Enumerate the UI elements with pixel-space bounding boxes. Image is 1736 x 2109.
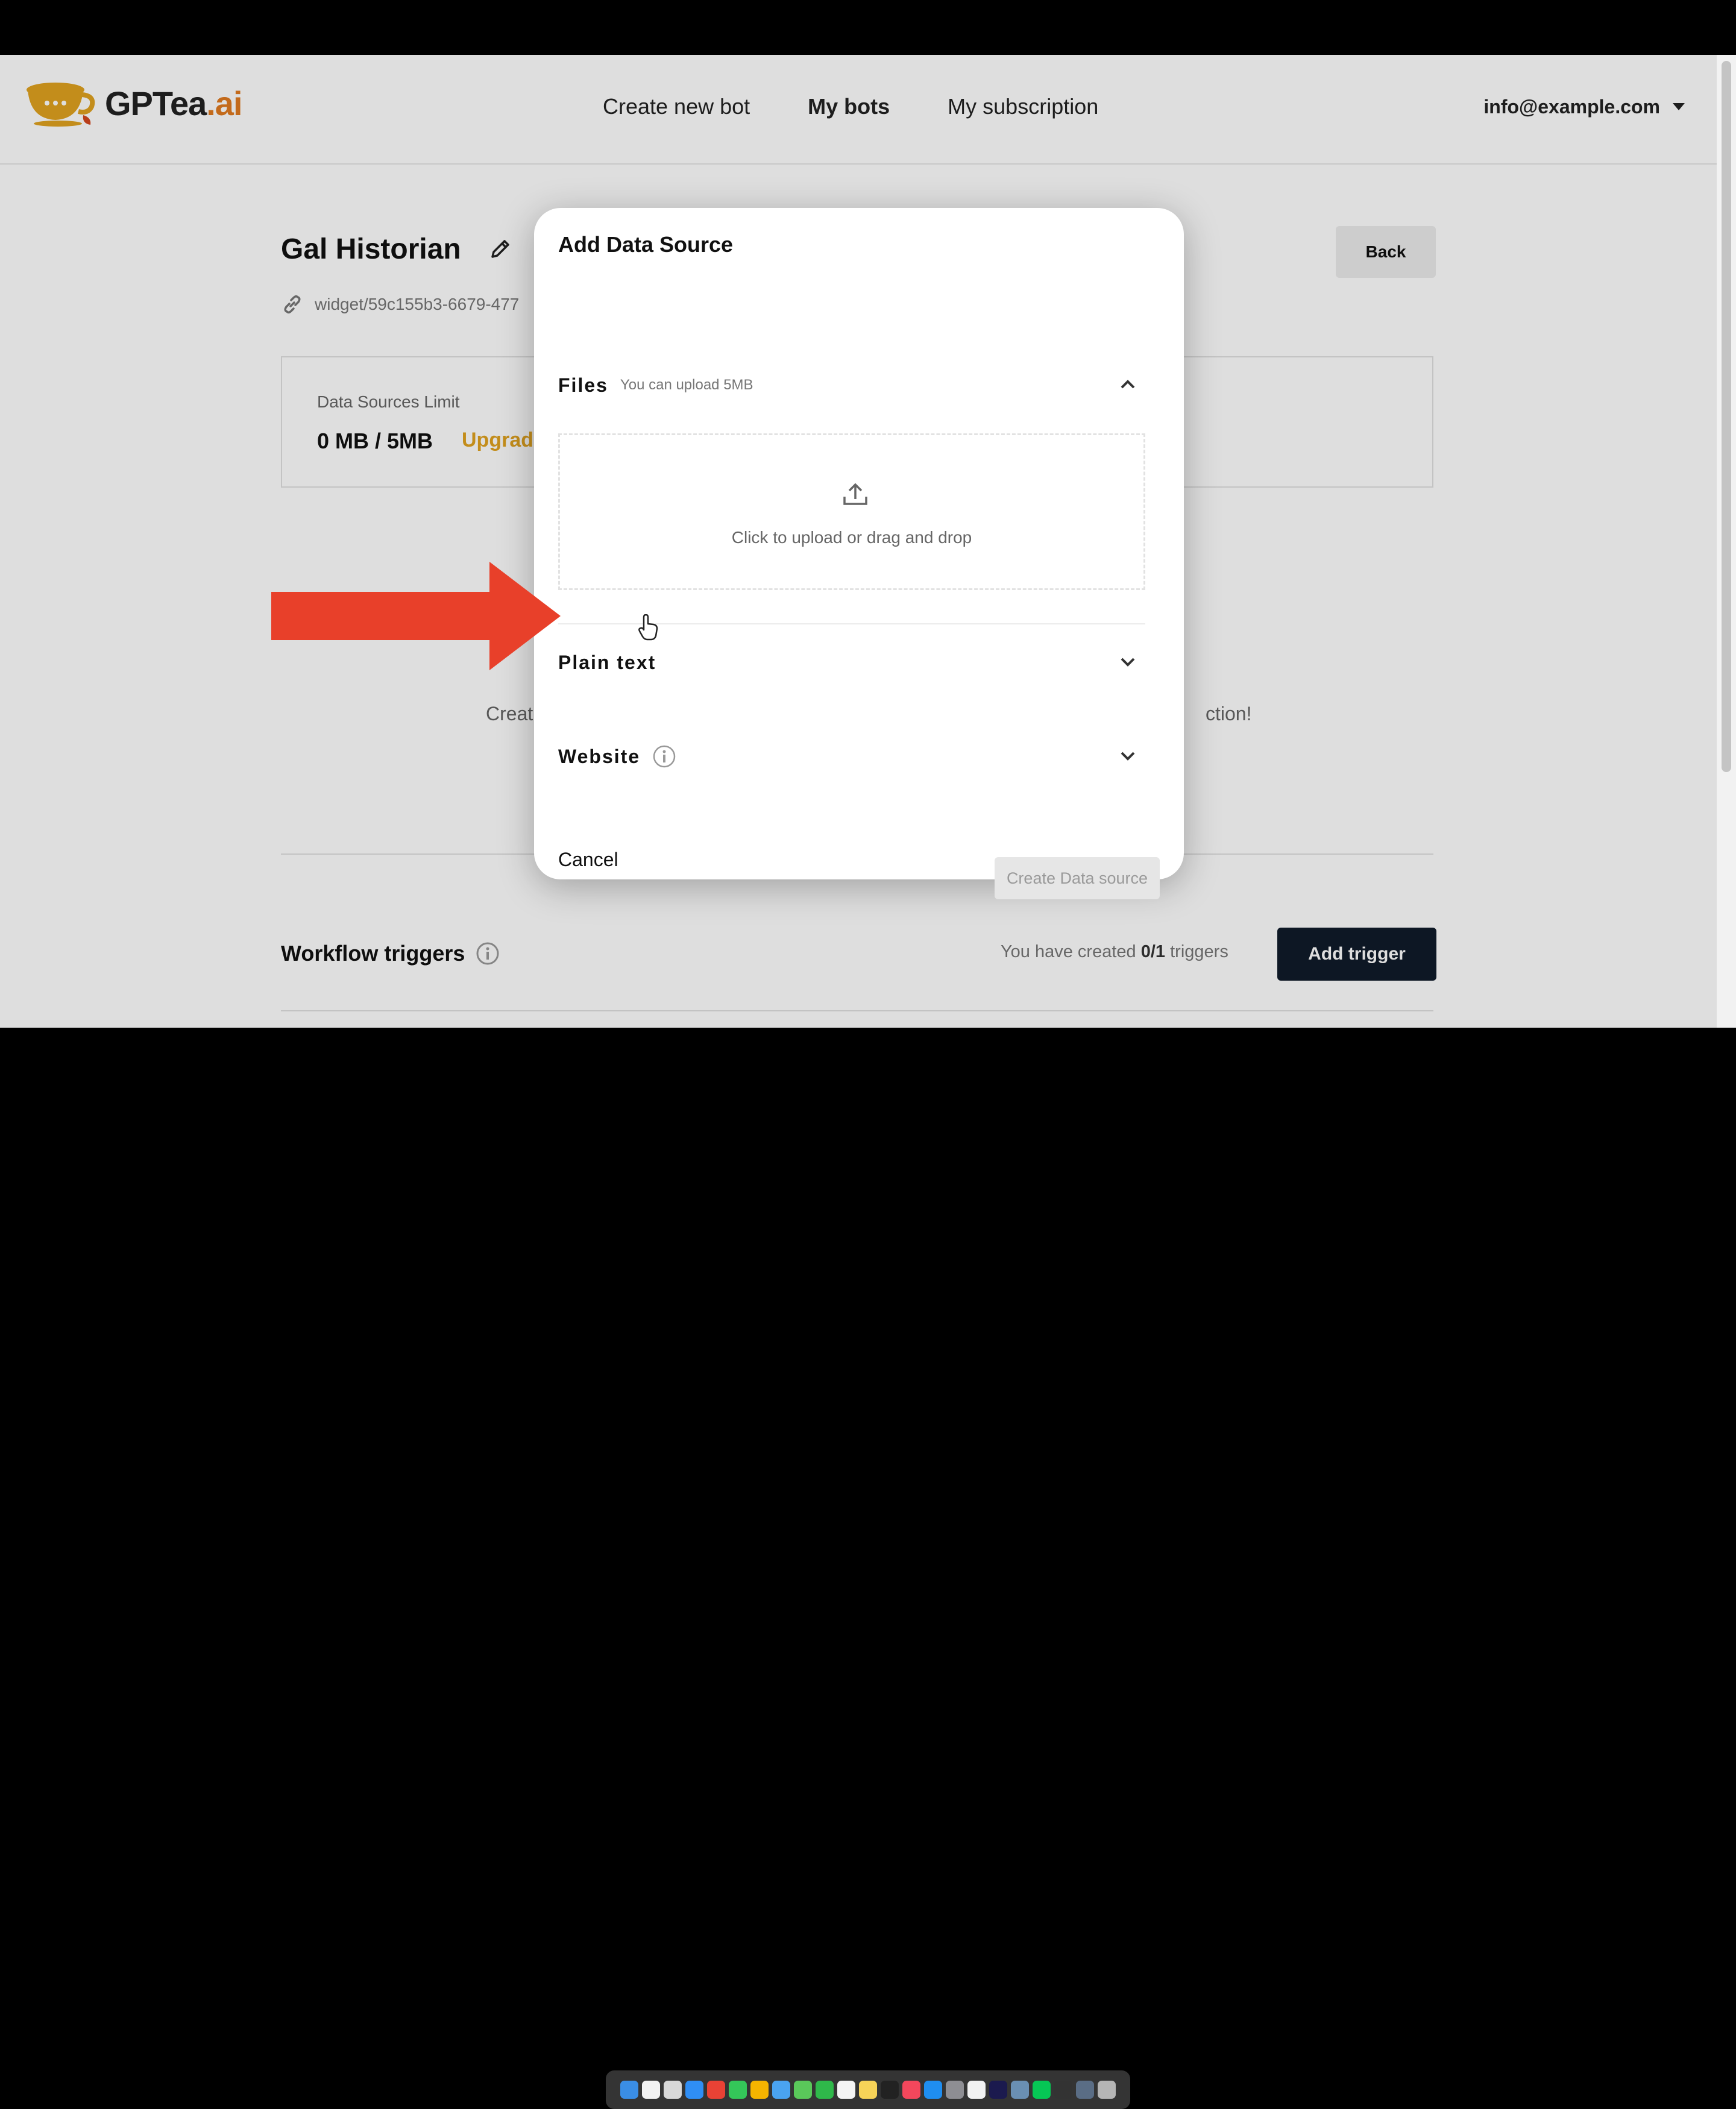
preview-icon[interactable] [1011, 2081, 1029, 2099]
top-black-bar [0, 0, 1736, 55]
hand-cursor-icon [638, 614, 658, 641]
add-data-source-modal: Add Data Source Files You can upload 5MB… [534, 208, 1184, 899]
terminal-icon[interactable] [1054, 2081, 1072, 2099]
modal-title: Add Data Source [558, 232, 734, 257]
messages-icon[interactable] [729, 2081, 747, 2099]
safari-icon[interactable] [685, 2081, 703, 2099]
web-page: GPTea.ai Create new bot My bots My subsc… [0, 55, 1736, 1028]
files-section-header[interactable]: Files You can upload 5MB [558, 367, 1161, 403]
reminders-icon[interactable] [837, 2081, 855, 2099]
files-section-title: Files [558, 374, 608, 396]
website-section-title: Website [558, 745, 641, 767]
macos-dock [606, 2070, 1130, 2109]
chrome-icon[interactable] [707, 2081, 725, 2099]
launchpad-icon[interactable] [664, 2081, 682, 2099]
settings-icon[interactable] [946, 2081, 964, 2099]
red-arrow-annotation [271, 562, 561, 670]
screenshot-icon[interactable] [1076, 2081, 1094, 2099]
maps-icon[interactable] [794, 2081, 812, 2099]
dropzone-text: Click to upload or drag and drop [731, 528, 972, 547]
photos-icon[interactable] [750, 2081, 769, 2099]
chevron-up-icon[interactable] [1119, 376, 1137, 394]
scrollbar-thumb[interactable] [1722, 61, 1731, 772]
chevron-down-icon[interactable] [1119, 747, 1137, 765]
file-dropzone[interactable]: Click to upload or drag and drop [558, 433, 1145, 590]
vscode-icon[interactable] [967, 2081, 986, 2099]
dock-area [0, 1028, 1736, 2109]
cancel-button[interactable]: Cancel [558, 849, 618, 871]
finder-icon[interactable] [620, 2081, 638, 2099]
files-size-note: You can upload 5MB [620, 377, 753, 393]
line-icon[interactable] [1033, 2081, 1051, 2099]
premiere-icon[interactable] [989, 2081, 1007, 2099]
music-icon[interactable] [902, 2081, 920, 2099]
plain-text-section-title: Plain text [558, 651, 656, 673]
appstore-icon[interactable] [924, 2081, 942, 2099]
page-scrollbar[interactable] [1717, 55, 1736, 1028]
upload-icon [843, 483, 867, 505]
facetime-icon[interactable] [816, 2081, 834, 2099]
website-section-header[interactable]: Website [558, 738, 1161, 775]
trash-icon[interactable] [1098, 2081, 1116, 2099]
create-data-source-button[interactable]: Create Data source [995, 857, 1160, 899]
calendar-icon[interactable] [642, 2081, 660, 2099]
notes-icon[interactable] [859, 2081, 877, 2099]
mail-icon[interactable] [772, 2081, 790, 2099]
plain-text-section-header[interactable]: Plain text [558, 644, 1161, 680]
info-icon[interactable] [652, 744, 676, 768]
appletv-icon[interactable] [881, 2081, 899, 2099]
chevron-down-icon[interactable] [1119, 653, 1137, 671]
